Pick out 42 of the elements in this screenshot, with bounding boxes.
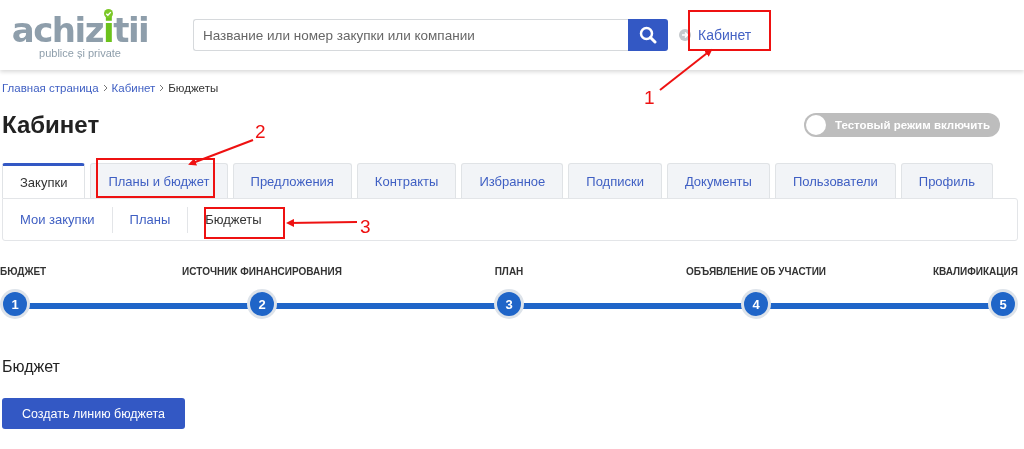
subnav-link[interactable]: Мои закупки xyxy=(3,206,113,233)
logo[interactable]: achizitii publice și private xyxy=(2,11,158,59)
breadcrumb-link[interactable]: Главная страница xyxy=(2,82,99,94)
page-title: Кабинет xyxy=(2,111,100,139)
arrow-circle-icon xyxy=(679,29,691,41)
breadcrumb-current: Бюджеты xyxy=(168,82,219,94)
tab[interactable]: Избранное xyxy=(461,163,564,198)
chevron-icon xyxy=(102,84,108,92)
step-number[interactable]: 4 xyxy=(744,292,768,316)
breadcrumb-link[interactable]: Кабинет xyxy=(111,82,156,94)
chevron-icon xyxy=(159,84,165,92)
account-link[interactable]: Кабинет xyxy=(698,27,752,43)
tab[interactable]: Подписки xyxy=(568,163,662,198)
tab[interactable]: Предложения xyxy=(232,163,352,198)
tab[interactable]: Планы и бюджет xyxy=(90,163,228,198)
callout-arrow xyxy=(188,139,254,166)
step-label: БЮДЖЕТ xyxy=(0,266,47,277)
subnav-link[interactable]: Планы xyxy=(112,206,189,233)
step-label: КВАЛИФИКАЦИЯ xyxy=(932,266,1018,277)
step-number[interactable]: 3 xyxy=(497,292,521,316)
tab[interactable]: Закупки xyxy=(2,163,86,198)
tab[interactable]: Пользователи xyxy=(774,163,896,198)
callout-number: 2 xyxy=(255,121,266,142)
search-field[interactable]: Название или номер закупки или компании xyxy=(193,19,628,51)
callout-number: 3 xyxy=(360,216,371,237)
section-title: Бюджет xyxy=(2,358,61,376)
search-icon xyxy=(639,26,657,44)
step-label: ОБЪЯВЛЕНИЕ ОБ УЧАСТИИ xyxy=(686,266,826,277)
callout-arrow xyxy=(659,48,713,91)
step-label: ИСТОЧНИК ФИНАНСИРОВАНИЯ xyxy=(182,266,342,277)
step-number[interactable]: 5 xyxy=(991,292,1015,316)
tab[interactable]: Документы xyxy=(666,163,770,198)
tab[interactable]: Контракты xyxy=(356,163,457,198)
step-number[interactable]: 2 xyxy=(250,292,274,316)
step-label: ПЛАН xyxy=(494,266,524,277)
callout-arrow xyxy=(286,218,358,227)
callout-number: 1 xyxy=(644,87,655,108)
step-number[interactable]: 1 xyxy=(3,292,27,316)
create-budget-button[interactable]: Создать линию бюджета xyxy=(2,398,185,429)
subnav-link[interactable]: Бюджеты xyxy=(188,206,279,233)
search-button[interactable] xyxy=(628,19,668,51)
tab[interactable]: Профиль xyxy=(900,163,993,198)
